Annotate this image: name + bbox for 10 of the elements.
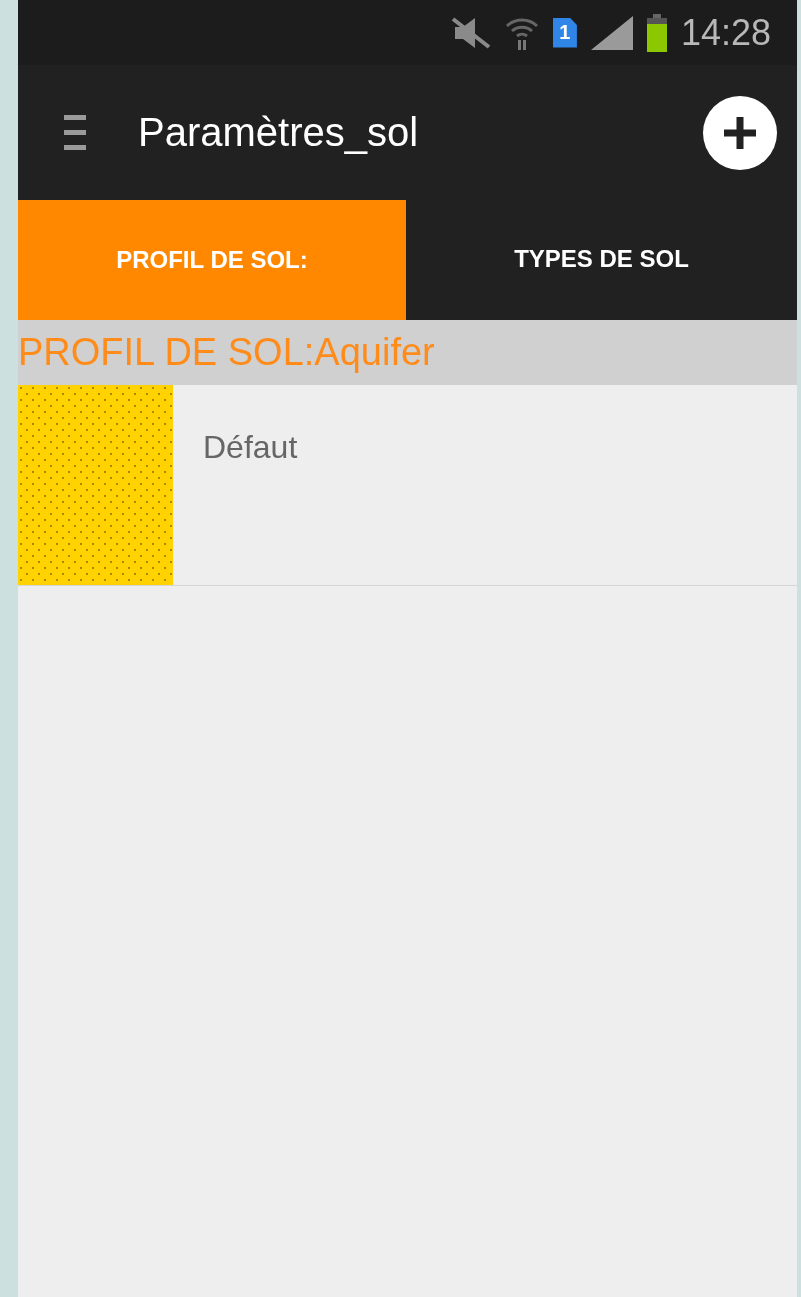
- signal-icon: [590, 15, 633, 50]
- mute-icon: [450, 16, 491, 49]
- sim-icon: 1: [552, 17, 577, 48]
- layer-name: Défaut: [203, 429, 298, 466]
- section-header: PROFIL DE SOL:Aquifer: [18, 320, 797, 385]
- clock-time: 14:28: [680, 11, 771, 54]
- battery-icon: [646, 13, 667, 52]
- screen-title: Paramètres_sol: [138, 110, 420, 155]
- menu-icon[interactable]: [64, 112, 86, 153]
- layer-row[interactable]: Défaut: [18, 385, 797, 586]
